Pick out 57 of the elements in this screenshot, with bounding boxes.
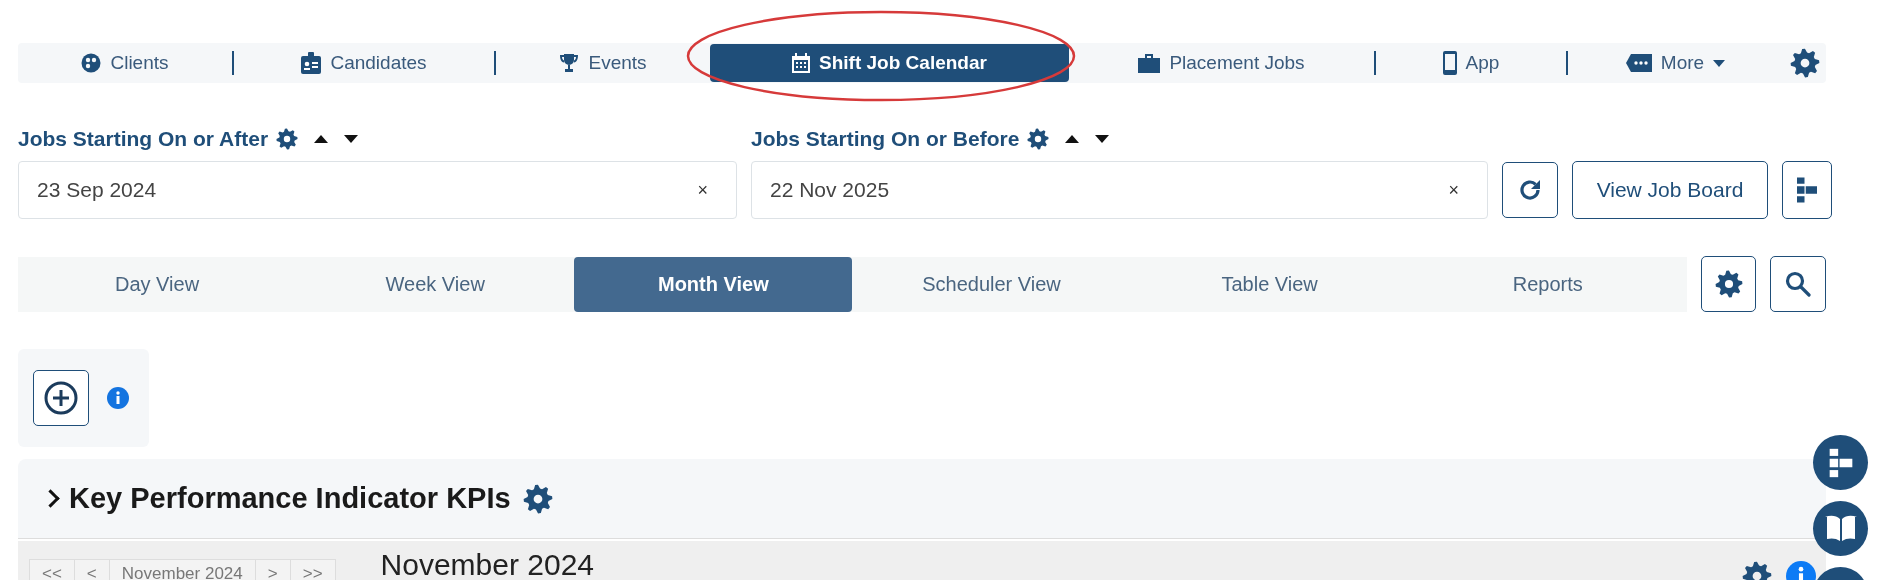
view-tab[interactable]: Week View [296,256,575,312]
search-button[interactable] [1770,256,1826,312]
view-job-board-button[interactable]: View Job Board [1572,161,1768,219]
gear-icon[interactable] [522,483,553,514]
field-label: Jobs Starting On or Before [751,127,1020,151]
calendar-icon [792,53,811,73]
gear-icon[interactable] [276,128,299,150]
info-icon[interactable] [107,387,129,409]
refresh-icon [1517,177,1543,203]
sort-up-icon[interactable] [1065,135,1080,143]
search-icon [1785,271,1812,297]
sort-up-icon[interactable] [314,135,329,143]
view-tab[interactable]: Day View [18,256,297,312]
nav-tab[interactable]: Placement Jobs [1069,44,1374,82]
section-title: Key Performance Indicator KPIs [69,482,511,515]
tree-button[interactable] [1782,161,1832,219]
nav-tab[interactable]: Events [496,44,710,82]
nav-button[interactable]: << [29,559,75,580]
plus-circle-icon [44,381,78,415]
guide-button[interactable] [1813,501,1868,556]
sort-down-icon[interactable] [344,135,359,143]
gear-icon[interactable] [1714,270,1743,298]
nav-button[interactable]: < [73,559,110,580]
sort-down-icon[interactable] [1095,135,1110,143]
field-label: Jobs Starting On or After [18,127,269,151]
clear-button[interactable]: × [1448,179,1459,201]
nav-tab[interactable]: App [1376,44,1566,82]
tag-icon [1625,54,1652,72]
clear-button[interactable]: × [697,179,708,201]
caret-icon [1713,59,1726,67]
nav-button[interactable]: > [254,559,291,580]
date-field[interactable]: 23 Sep 2024 × [18,161,737,219]
settings-button[interactable] [1700,256,1757,312]
nav-tab[interactable]: Candidates [234,44,494,82]
trophy-icon [559,53,580,73]
phone-icon [1442,51,1457,75]
nav-tab[interactable]: More [1568,44,1783,82]
date-field[interactable]: 22 Nov 2025 × [751,161,1488,219]
id-badge-icon [301,52,322,74]
date-value: 23 Sep 2024 [37,178,157,202]
calendar-title: November 2024 [380,549,595,580]
nav-tab[interactable]: Clients [18,44,232,82]
hierarchy-button[interactable] [1813,435,1868,490]
refresh-button[interactable] [1502,162,1558,218]
view-tab[interactable]: Month View [574,256,853,312]
date-value: 22 Nov 2025 [770,178,890,202]
gear-icon[interactable] [1789,48,1820,78]
month-button[interactable]: November 2024 [108,559,256,580]
view-tab[interactable]: Table View [1130,256,1409,312]
view-tab[interactable]: Reports [1408,256,1687,312]
nav-tab[interactable]: Shift Job Calendar [710,44,1069,82]
nav-button[interactable]: >> [289,559,336,580]
add-button[interactable] [33,370,89,426]
view-tab[interactable]: Scheduler View [852,256,1131,312]
gear-icon[interactable] [1027,128,1050,150]
briefcase-icon [1138,53,1161,73]
palette-icon [81,53,102,73]
